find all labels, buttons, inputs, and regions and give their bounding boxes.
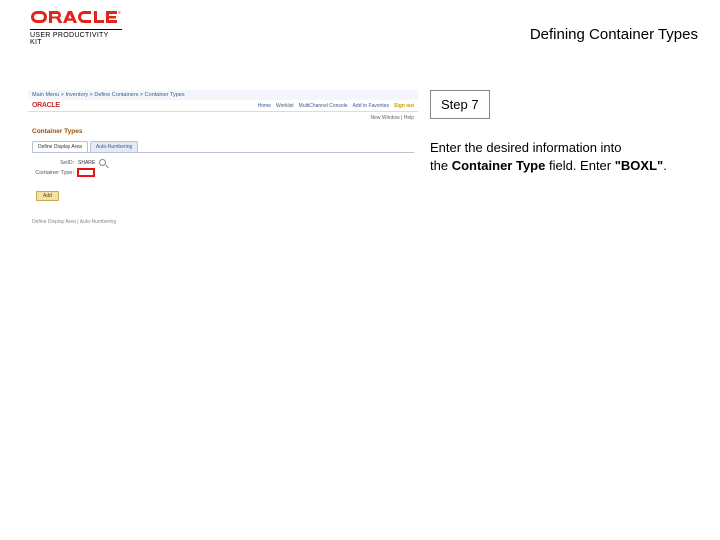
tab-strip: Define Display Area Auto-Numbering bbox=[32, 141, 414, 152]
footer-links[interactable]: Define Display Area | Auto-Numbering bbox=[28, 211, 418, 225]
add-button[interactable]: Add bbox=[36, 191, 59, 201]
app-screenshot: Main Menu > Inventory > Define Container… bbox=[28, 90, 418, 275]
tab-define-display-area[interactable]: Define Display Area bbox=[32, 141, 88, 152]
instr-line1: Enter the desired information into bbox=[430, 140, 622, 155]
app-header-row: ORACLE Home Worklist MultiChannel Consol… bbox=[28, 100, 418, 112]
instr-line2-end: . bbox=[663, 158, 667, 173]
container-type-label: Container Type: bbox=[32, 170, 74, 176]
subbrand-label: USER PRODUCTIVITY KIT bbox=[30, 29, 122, 46]
page-root: ® USER PRODUCTIVITY KIT Defining Contain… bbox=[0, 0, 720, 540]
nav-home[interactable]: Home bbox=[258, 103, 271, 109]
instr-value: "BOXL" bbox=[615, 158, 663, 173]
nav-signout[interactable]: Sign out bbox=[394, 103, 414, 109]
breadcrumb: Main Menu > Inventory > Define Container… bbox=[28, 90, 418, 100]
setid-value: SHARE bbox=[78, 160, 95, 166]
nav-add-fav[interactable]: Add to Favorites bbox=[353, 103, 389, 109]
container-type-field: Container Type: bbox=[32, 168, 414, 177]
window-help-links[interactable]: New Window | Help bbox=[28, 112, 418, 124]
setid-label: SetID: bbox=[32, 160, 74, 166]
instruction-text: Enter the desired information into the C… bbox=[430, 139, 690, 174]
svg-text:®: ® bbox=[118, 10, 121, 15]
setid-field: SetID: SHARE bbox=[32, 159, 414, 166]
brand-block: ® USER PRODUCTIVITY KIT bbox=[30, 10, 122, 46]
content-title: Container Types bbox=[28, 124, 418, 141]
header: ® USER PRODUCTIVITY KIT Defining Contain… bbox=[0, 2, 720, 60]
page-title: Defining Container Types bbox=[530, 26, 698, 43]
tab-auto-numbering[interactable]: Auto-Numbering bbox=[90, 141, 138, 152]
form-panel: SetID: SHARE Container Type: Add bbox=[32, 152, 414, 211]
app-logo: ORACLE bbox=[32, 102, 60, 109]
instr-line2-pre: the bbox=[430, 158, 452, 173]
container-type-input[interactable] bbox=[77, 168, 95, 177]
lookup-icon[interactable] bbox=[99, 159, 106, 166]
instr-field-name: Container Type bbox=[452, 158, 546, 173]
step-label: Step 7 bbox=[430, 90, 490, 119]
instruction-panel: Step 7 Enter the desired information int… bbox=[430, 90, 700, 174]
app-top-nav: Home Worklist MultiChannel Console Add t… bbox=[258, 103, 414, 109]
oracle-logo: ® bbox=[30, 10, 122, 25]
nav-worklist[interactable]: Worklist bbox=[276, 103, 294, 109]
nav-mcl[interactable]: MultiChannel Console bbox=[299, 103, 348, 109]
instr-line2-mid: field. Enter bbox=[545, 158, 614, 173]
